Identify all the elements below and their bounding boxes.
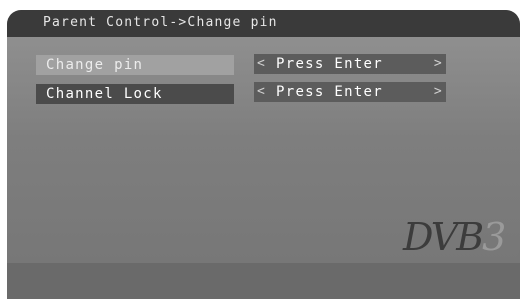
footer-bar bbox=[7, 263, 520, 299]
channel-lock-value-selector[interactable]: < Press Enter > bbox=[254, 82, 446, 102]
menu-item-label: Channel Lock bbox=[46, 86, 163, 102]
page-title: Parent Control->Change pin bbox=[43, 15, 278, 30]
channel-lock-value: Press Enter bbox=[276, 84, 384, 100]
dvb-logo: DVB3 bbox=[403, 215, 506, 259]
change-pin-value-selector[interactable]: < Press Enter > bbox=[254, 54, 446, 74]
menu-item-label: Change pin bbox=[46, 57, 144, 73]
right-arrow-icon[interactable]: > bbox=[434, 82, 443, 102]
right-arrow-icon[interactable]: > bbox=[434, 54, 443, 74]
osd-window: Parent Control->Change pin Change pin < … bbox=[7, 10, 520, 299]
dvb-logo-text: DVB bbox=[403, 215, 484, 259]
dvb-logo-fade: 3 bbox=[482, 215, 506, 259]
left-arrow-icon[interactable]: < bbox=[257, 54, 266, 74]
menu-item-channel-lock[interactable]: Channel Lock bbox=[36, 84, 234, 104]
title-bar: Parent Control->Change pin bbox=[7, 10, 520, 37]
left-arrow-icon[interactable]: < bbox=[257, 82, 266, 102]
menu-item-change-pin[interactable]: Change pin bbox=[36, 55, 234, 75]
change-pin-value: Press Enter bbox=[276, 56, 384, 72]
